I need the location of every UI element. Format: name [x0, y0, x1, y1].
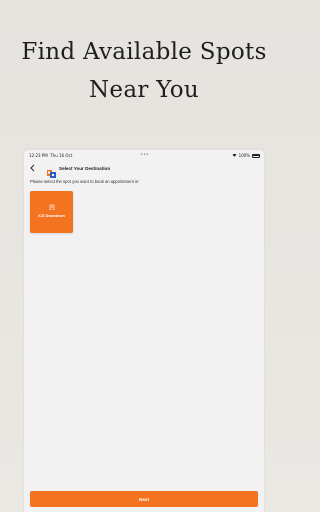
destination-tile[interactable]: ICS Downtown — [30, 191, 73, 233]
promo-headline: Find Available Spots Near You — [0, 33, 288, 109]
multitask-dots[interactable]: ••• — [140, 152, 149, 158]
instruction-text: Please select the spot you want to book … — [30, 179, 140, 184]
navigation-bar: Select Your Destination — [24, 162, 264, 178]
status-bar: 12:23 PM Thu 16 Oct ••• 100% — [24, 150, 264, 161]
battery-icon — [252, 153, 260, 158]
tablet-screen: 12:23 PM Thu 16 Oct ••• 100% Select Your… — [24, 150, 264, 512]
wifi-icon — [232, 153, 237, 158]
chevron-left-icon[interactable] — [30, 164, 35, 175]
headline-line-2: Near You — [89, 77, 199, 103]
status-time-date: 12:23 PM Thu 16 Oct — [29, 153, 72, 158]
building-icon — [30, 204, 73, 212]
status-time: 12:23 PM — [29, 153, 48, 158]
next-button[interactable]: Next — [30, 491, 258, 507]
battery-percent: 100% — [238, 153, 250, 158]
app-logo-icon — [47, 165, 56, 178]
destination-tile-label: ICS Downtown — [38, 214, 65, 218]
headline-line-1: Find Available Spots — [21, 39, 267, 65]
status-date: Thu 16 Oct — [50, 153, 73, 158]
page-title: Select Your Destination — [59, 166, 111, 171]
status-indicators: 100% — [232, 153, 260, 158]
